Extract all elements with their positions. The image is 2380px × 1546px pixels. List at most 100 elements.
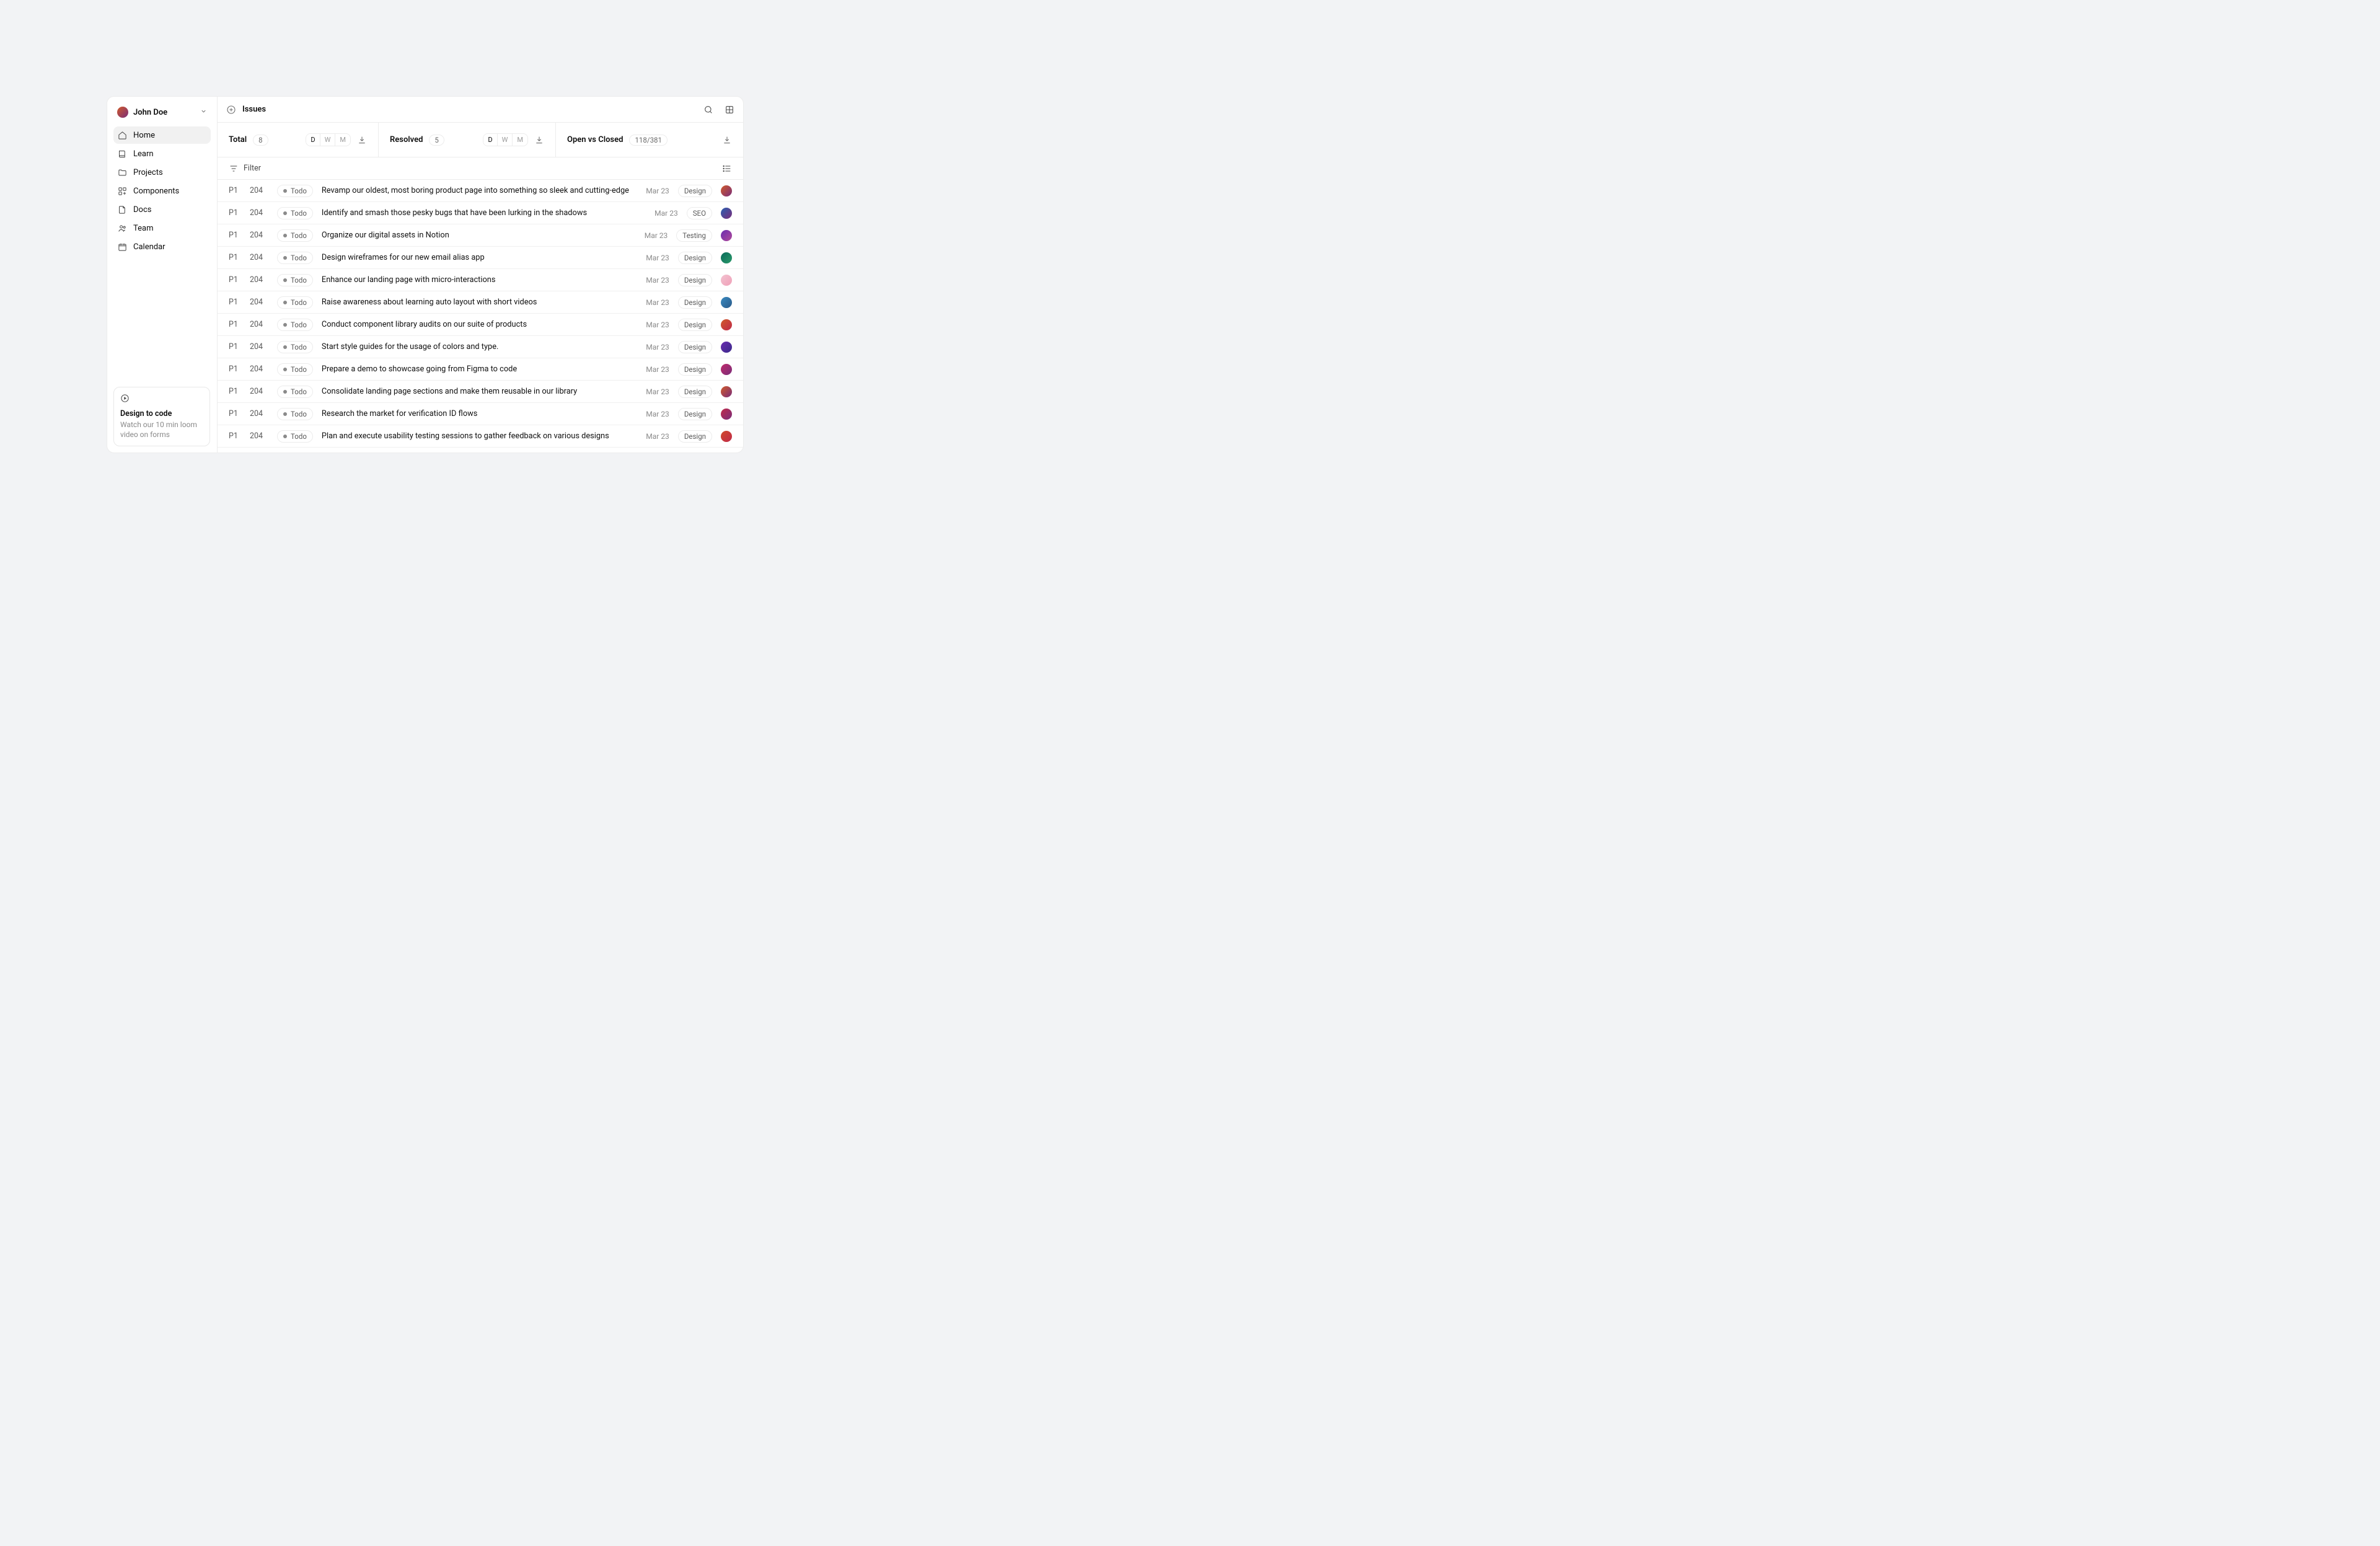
issue-title: Organize our digital assets in Notion <box>322 231 636 240</box>
view-list-button[interactable] <box>722 164 732 174</box>
issue-priority: P1 <box>229 364 241 374</box>
assignee-avatar[interactable] <box>721 364 732 375</box>
assignee-avatar[interactable] <box>721 252 732 263</box>
stat-open-vs-closed: Open vs Closed 118/381 <box>556 123 743 157</box>
assignee-avatar[interactable] <box>721 208 732 219</box>
issue-status[interactable]: Todo <box>277 319 313 331</box>
issue-priority: P1 <box>229 231 241 240</box>
assignee-avatar[interactable] <box>721 319 732 330</box>
assignee-avatar[interactable] <box>721 185 732 197</box>
issue-status[interactable]: Todo <box>277 207 313 219</box>
assignee-avatar[interactable] <box>721 386 732 397</box>
issue-status[interactable]: Todo <box>277 185 313 197</box>
issue-status[interactable]: Todo <box>277 408 313 420</box>
issue-tag[interactable]: Design <box>678 408 712 420</box>
issue-status[interactable]: Todo <box>277 296 313 309</box>
issue-status[interactable]: Todo <box>277 386 313 398</box>
segment-day[interactable]: D <box>483 134 497 146</box>
issue-tag[interactable]: Design <box>678 252 712 264</box>
issue-row[interactable]: P1204TodoConsolidate landing page sectio… <box>218 381 743 403</box>
home-icon <box>117 130 127 140</box>
nav-item-learn[interactable]: Learn <box>113 145 211 162</box>
app-window: John Doe Home Learn <box>107 96 744 453</box>
issue-row[interactable]: P1204TodoPlan and execute usability test… <box>218 425 743 448</box>
issue-priority: P1 <box>229 298 241 307</box>
user-menu[interactable]: John Doe <box>113 103 211 121</box>
issue-tag[interactable]: Design <box>678 185 712 197</box>
assignee-avatar[interactable] <box>721 230 732 241</box>
issue-tag[interactable]: Design <box>678 274 712 286</box>
status-dot-icon <box>283 234 287 237</box>
issue-id: 204 <box>250 253 268 262</box>
issue-tag[interactable]: Design <box>678 319 712 331</box>
nav-item-docs[interactable]: Docs <box>113 201 211 218</box>
issues-list: P1 204 Todo Revamp our oldest, most boring … <box>218 180 743 453</box>
filter-bar: Filter <box>218 157 743 180</box>
nav-item-components[interactable]: Components <box>113 182 211 200</box>
issue-id: 204 <box>250 231 268 240</box>
status-dot-icon <box>283 435 287 438</box>
issue-row[interactable]: P1 204 Todo Organize our digital assets in … <box>218 224 743 247</box>
segment-month[interactable]: M <box>513 134 527 146</box>
assignee-avatar[interactable] <box>721 342 732 353</box>
issue-row[interactable]: P1204TodoResearch the market for verific… <box>218 403 743 425</box>
issue-status[interactable]: Todo <box>277 274 313 286</box>
assignee-avatar[interactable] <box>721 431 732 442</box>
issue-date: Mar 23 <box>646 187 669 195</box>
nav-item-projects[interactable]: Projects <box>113 164 211 181</box>
issue-row[interactable]: P1 204 Todo Revamp our oldest, most boring … <box>218 180 743 202</box>
segment-day[interactable]: D <box>306 134 320 146</box>
issue-id: 204 <box>250 320 268 329</box>
issue-status[interactable]: Todo <box>277 252 313 264</box>
segment-week[interactable]: W <box>320 134 336 146</box>
assignee-avatar[interactable] <box>721 275 732 286</box>
download-total-button[interactable] <box>357 135 367 145</box>
issue-priority: P1 <box>229 186 241 195</box>
download-open-button[interactable] <box>722 135 732 145</box>
issue-id: 204 <box>250 186 268 195</box>
assignee-avatar[interactable] <box>721 297 732 308</box>
issue-status[interactable]: Todo <box>277 341 313 353</box>
promo-card[interactable]: Design to code Watch our 10 min loom vid… <box>113 387 210 446</box>
issue-date: Mar 23 <box>646 410 669 418</box>
issue-row[interactable]: P1204TodoDesign wireframes for our new e… <box>218 247 743 269</box>
issue-priority: P1 <box>229 409 241 418</box>
issue-status[interactable]: Todo <box>277 363 313 376</box>
issue-row[interactable]: P1204TodoPrepare a demo to showcase goin… <box>218 358 743 381</box>
nav-item-calendar[interactable]: Calendar <box>113 238 211 255</box>
issue-tag[interactable]: Design <box>678 341 712 353</box>
filter-icon[interactable] <box>229 164 239 174</box>
issue-row[interactable]: P1204TodoConduct component library audit… <box>218 314 743 336</box>
download-resolved-button[interactable] <box>534 135 544 145</box>
issue-status[interactable]: Todo <box>277 229 313 242</box>
search-button[interactable] <box>703 105 713 115</box>
issue-tag[interactable]: Design <box>678 386 712 398</box>
issue-title: Start style guides for the usage of colo… <box>322 342 637 351</box>
issue-row[interactable]: P1204TodoRaise awareness about learning … <box>218 291 743 314</box>
issue-title: Revamp our oldest, most boring product p… <box>322 186 637 195</box>
issue-row[interactable]: P1204TodoStart style guides for the usag… <box>218 336 743 358</box>
issue-tag[interactable]: Design <box>678 296 712 309</box>
issue-row[interactable]: P1204TodoIdentify and smash those pesky … <box>218 202 743 224</box>
segment-month[interactable]: M <box>335 134 350 146</box>
issue-tag[interactable]: Testing <box>676 229 712 242</box>
filter-label[interactable]: Filter <box>244 164 261 173</box>
nav-label: Projects <box>133 168 163 177</box>
issue-tag[interactable]: Design <box>678 430 712 443</box>
add-issue-button[interactable] <box>226 105 236 115</box>
assignee-avatar[interactable] <box>721 409 732 420</box>
issue-status[interactable]: Todo <box>277 430 313 443</box>
issue-title: Identify and smash those pesky bugs that… <box>322 208 646 218</box>
issue-title: Conduct component library audits on our … <box>322 320 637 329</box>
status-dot-icon <box>283 323 287 327</box>
issue-tag[interactable]: SEO <box>687 207 712 219</box>
layout-grid-button[interactable] <box>725 105 734 115</box>
nav-item-team[interactable]: Team <box>113 219 211 237</box>
issue-row[interactable]: P1204TodoEnhance our landing page with m… <box>218 269 743 291</box>
nav-label: Calendar <box>133 242 165 252</box>
issue-tag[interactable]: Design <box>678 363 712 376</box>
stats-bar: Total 8 D W M Resolved 5 D W M <box>218 123 743 157</box>
sidebar: John Doe Home Learn <box>107 97 218 453</box>
segment-week[interactable]: W <box>498 134 513 146</box>
nav-item-home[interactable]: Home <box>113 126 211 144</box>
